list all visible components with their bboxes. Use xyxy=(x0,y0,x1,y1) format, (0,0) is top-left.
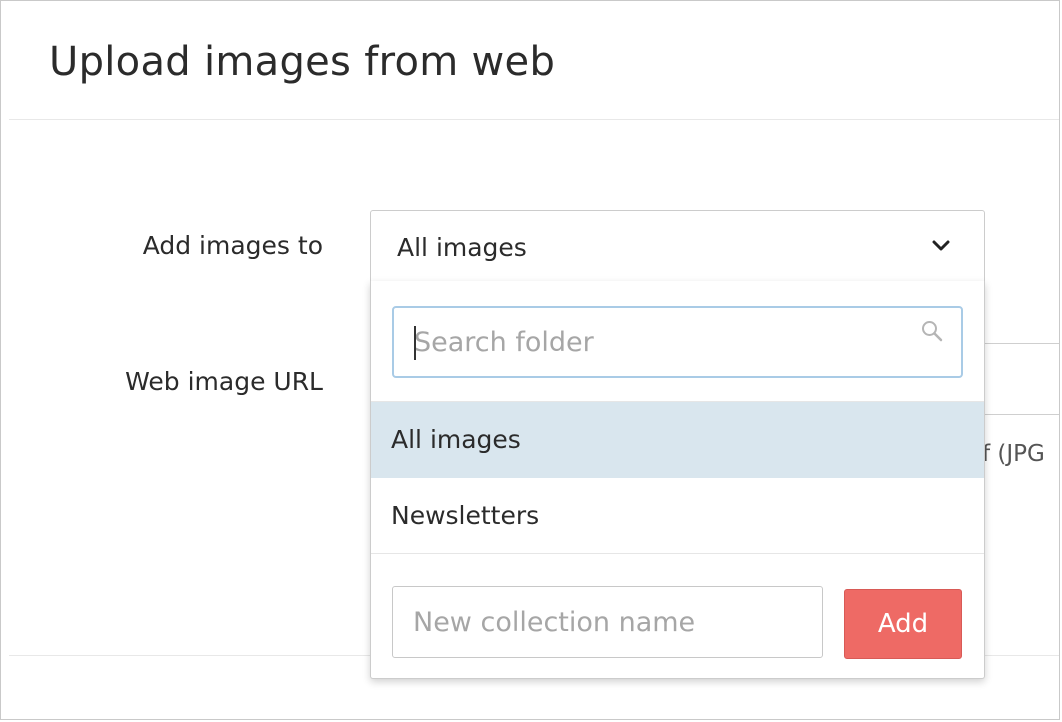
folder-dropdown: All images Newsletters Add xyxy=(370,281,985,679)
folder-select[interactable]: All images xyxy=(370,210,985,282)
add-collection-button[interactable]: Add xyxy=(844,589,962,659)
web-image-url-label: Web image URL xyxy=(125,367,323,396)
folder-option-all-images[interactable]: All images xyxy=(371,402,984,478)
modal-title: Upload images from web xyxy=(49,39,556,85)
options-divider xyxy=(371,553,984,554)
text-cursor xyxy=(414,326,416,360)
modal-header: Upload images from web xyxy=(9,1,1059,120)
folder-select-value: All images xyxy=(397,233,527,262)
new-collection-name-input[interactable] xyxy=(392,586,823,658)
folder-option-newsletters[interactable]: Newsletters xyxy=(371,478,984,554)
folder-options-list: All images Newsletters xyxy=(371,401,984,554)
chevron-down-icon xyxy=(932,237,950,255)
search-folder-input[interactable] xyxy=(394,308,961,376)
upload-from-web-modal: Upload images from web Add images to Web… xyxy=(0,0,1060,720)
add-images-to-label: Add images to xyxy=(142,231,323,260)
search-folder-field xyxy=(392,306,963,378)
search-icon xyxy=(921,320,943,342)
